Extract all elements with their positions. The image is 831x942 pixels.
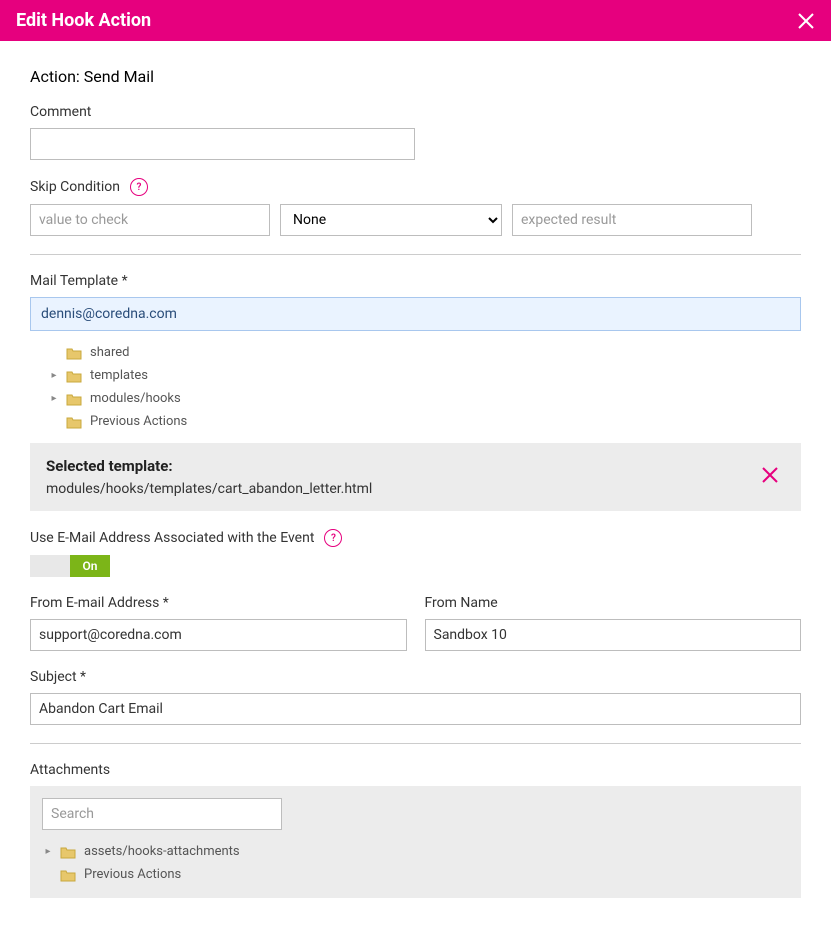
from-email-label: From E-mail Address * <box>30 595 407 611</box>
skip-operator-select[interactable]: None <box>280 204 502 236</box>
comment-input[interactable] <box>30 128 415 160</box>
mail-template-label: Mail Template * <box>30 273 801 289</box>
skip-condition-label: Skip Condition ? <box>30 178 801 196</box>
tree-item[interactable]: ▸ shared <box>48 341 801 364</box>
template-tree: ▸ shared ▸ templates ▸ modules/hooks ▸ P… <box>30 331 801 443</box>
help-icon[interactable]: ? <box>130 178 148 196</box>
tree-item[interactable]: ▸ assets/hooks-attachments <box>42 840 789 863</box>
tree-item[interactable]: ▸ Previous Actions <box>48 410 801 433</box>
folder-icon <box>66 346 82 360</box>
clear-selection-icon[interactable] <box>755 465 785 490</box>
folder-icon <box>66 415 82 429</box>
folder-icon <box>66 369 82 383</box>
mail-template-input[interactable] <box>30 297 801 331</box>
action-label: Action: Send Mail <box>30 67 154 86</box>
use-event-email-toggle[interactable]: On <box>30 555 110 577</box>
close-icon[interactable] <box>797 12 815 30</box>
selected-template-label: Selected template: <box>46 457 372 475</box>
tree-item[interactable]: ▸ templates <box>48 364 801 387</box>
folder-icon <box>60 868 76 882</box>
chevron-right-icon: ▸ <box>42 846 54 857</box>
from-email-input[interactable] <box>30 619 407 651</box>
chevron-right-icon: ▸ <box>48 393 60 404</box>
tree-item[interactable]: ▸ Previous Actions <box>42 863 789 886</box>
folder-icon <box>66 392 82 406</box>
from-name-input[interactable] <box>425 619 802 651</box>
attachments-label: Attachments <box>30 762 801 778</box>
use-event-email-label: Use E-Mail Address Associated with the E… <box>30 529 801 547</box>
attachments-search-input[interactable] <box>42 798 282 830</box>
comment-label: Comment <box>30 104 801 120</box>
tree-item[interactable]: ▸ modules/hooks <box>48 387 801 410</box>
skip-expected-input[interactable] <box>512 204 752 236</box>
skip-value-input[interactable] <box>30 204 270 236</box>
dialog-header: Edit Hook Action <box>0 0 831 41</box>
folder-icon <box>60 845 76 859</box>
help-icon[interactable]: ? <box>324 529 342 547</box>
selected-template-path: modules/hooks/templates/cart_abandon_let… <box>46 481 372 497</box>
chevron-right-icon: ▸ <box>48 370 60 381</box>
dialog-title: Edit Hook Action <box>16 10 151 31</box>
selected-template-box: Selected template: modules/hooks/templat… <box>30 443 801 511</box>
subject-input[interactable] <box>30 693 801 725</box>
attachments-panel: ▸ assets/hooks-attachments ▸ Previous Ac… <box>30 786 801 898</box>
subject-label: Subject * <box>30 669 801 685</box>
toggle-on-label: On <box>70 555 110 577</box>
from-name-label: From Name <box>425 595 802 611</box>
